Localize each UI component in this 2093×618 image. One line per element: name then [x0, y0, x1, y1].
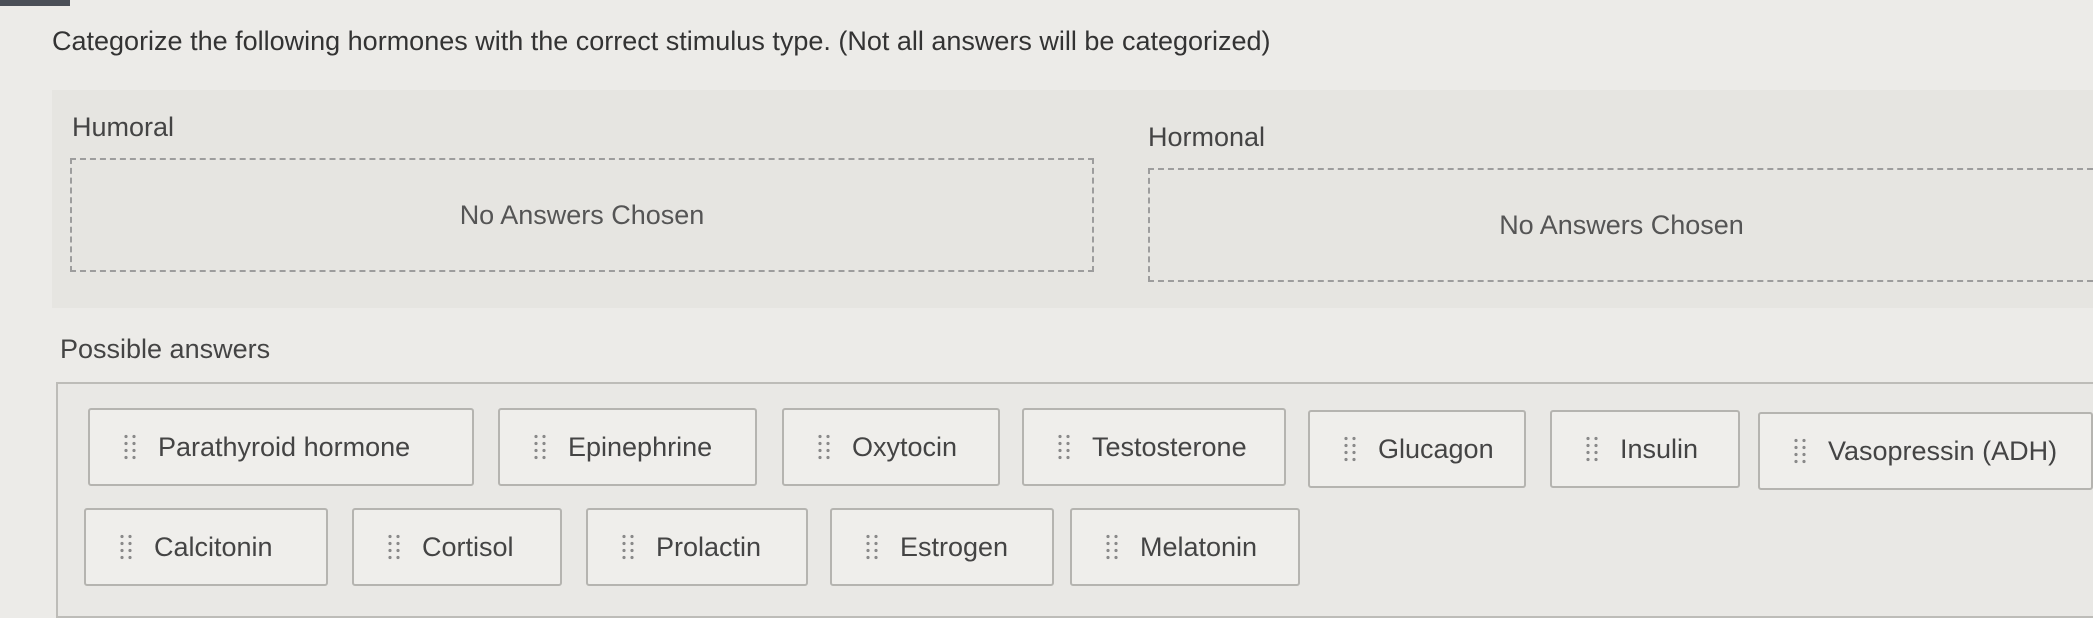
answer-label: Insulin	[1620, 433, 1699, 464]
drag-handle-icon	[1342, 435, 1358, 463]
answer-chip-testosterone[interactable]: Testosterone	[1022, 408, 1286, 486]
drag-handle-icon	[864, 533, 880, 561]
drag-handle-icon	[816, 433, 832, 461]
answer-chip-calcitonin[interactable]: Calcitonin	[84, 508, 328, 586]
categories-panel: Humoral No Answers Chosen Hormonal No An…	[52, 90, 2093, 308]
drag-handle-icon	[1584, 435, 1600, 463]
possible-answers-heading: Possible answers	[60, 334, 271, 364]
top-accent-bar	[0, 0, 70, 6]
answer-label: Epinephrine	[568, 431, 713, 462]
answer-label: Parathyroid hormone	[158, 431, 411, 462]
answer-chip-insulin[interactable]: Insulin	[1550, 410, 1740, 488]
drag-handle-icon	[532, 433, 548, 461]
answer-chip-melatonin[interactable]: Melatonin	[1070, 508, 1300, 586]
answer-label: Melatonin	[1140, 531, 1258, 562]
answer-chip-glucagon[interactable]: Glucagon	[1308, 410, 1526, 488]
answer-chip-prolactin[interactable]: Prolactin	[586, 508, 808, 586]
answer-chip-cortisol[interactable]: Cortisol	[352, 508, 562, 586]
answer-label: Prolactin	[656, 531, 762, 562]
answer-chip-oxytocin[interactable]: Oxytocin	[782, 408, 1000, 486]
answer-label: Calcitonin	[154, 531, 273, 562]
answer-label: Oxytocin	[852, 431, 958, 462]
drag-handle-icon	[620, 533, 636, 561]
dropzone-empty-text: No Answers Chosen	[1499, 209, 1744, 240]
answer-label: Testosterone	[1092, 431, 1247, 462]
answer-chip-parathyroid-hormone[interactable]: Parathyroid hormone	[88, 408, 474, 486]
category-title-hormonal: Hormonal	[1148, 122, 1266, 152]
dropzone-hormonal[interactable]: No Answers Chosen	[1148, 168, 2093, 282]
drag-handle-icon	[1056, 433, 1072, 461]
answer-label: Estrogen	[900, 531, 1009, 562]
dropzone-humoral[interactable]: No Answers Chosen	[70, 158, 1094, 272]
answer-chip-vasopressin[interactable]: Vasopressin (ADH)	[1758, 412, 2093, 490]
question-prompt: Categorize the following hormones with t…	[52, 26, 1271, 56]
drag-handle-icon	[1104, 533, 1120, 561]
possible-answers-panel: Parathyroid hormone Epinephrine Oxytocin…	[56, 382, 2093, 618]
answer-label: Glucagon	[1378, 433, 1494, 464]
answer-chip-estrogen[interactable]: Estrogen	[830, 508, 1054, 586]
dropzone-empty-text: No Answers Chosen	[459, 199, 705, 230]
answer-chip-epinephrine[interactable]: Epinephrine	[498, 408, 757, 486]
drag-handle-icon	[386, 533, 402, 561]
answer-label: Vasopressin (ADH)	[1828, 435, 2058, 466]
drag-handle-icon	[1792, 437, 1808, 465]
category-title-humoral: Humoral	[72, 112, 175, 142]
drag-handle-icon	[122, 433, 138, 461]
answer-label: Cortisol	[422, 531, 514, 562]
drag-handle-icon	[118, 533, 134, 561]
